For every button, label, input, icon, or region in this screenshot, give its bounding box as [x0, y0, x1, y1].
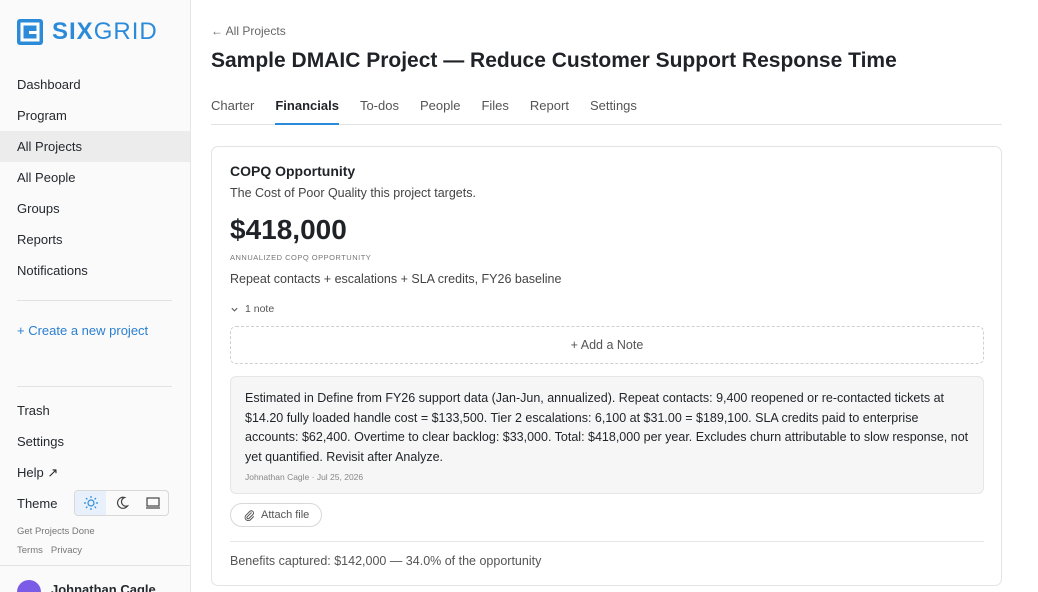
sidebar-item-settings[interactable]: Settings — [0, 426, 190, 457]
chevron-down-icon — [231, 307, 238, 312]
theme-label: Theme — [17, 495, 58, 511]
sidebar-item-reports[interactable]: Reports — [0, 224, 190, 255]
tab-to-dos[interactable]: To-dos — [360, 94, 399, 125]
sidebar-divider — [17, 300, 172, 301]
add-note-button[interactable]: + Add a Note — [230, 326, 984, 364]
logo[interactable]: SIXGRID — [17, 18, 158, 46]
tab-settings[interactable]: Settings — [590, 94, 637, 125]
sidebar-item-notifications[interactable]: Notifications — [0, 255, 190, 286]
brand-name: SIXGRID — [52, 18, 158, 45]
note-text: Estimated in Define from FY26 support da… — [245, 391, 969, 464]
benefits-summary: Benefits captured: $142,000 — 34.0% of t… — [230, 554, 542, 568]
theme-switch — [74, 490, 170, 516]
back-link[interactable]: ← All Projects — [211, 24, 286, 38]
footer-links: Terms Privacy — [17, 545, 82, 556]
sidebar-item-all-projects[interactable]: All Projects — [0, 131, 190, 162]
tab-people[interactable]: People — [420, 94, 460, 125]
moon-icon[interactable] — [106, 491, 137, 515]
privacy-link[interactable]: Privacy — [51, 545, 82, 556]
paperclip-icon — [244, 510, 255, 521]
sidebar-item-groups[interactable]: Groups — [0, 193, 190, 224]
user-name: Johnathan Cagle — [51, 581, 156, 592]
sun-icon[interactable] — [75, 491, 107, 515]
sidebar-item-dashboard[interactable]: Dashboard — [0, 69, 190, 100]
attach-file-label: Attach file — [261, 509, 310, 521]
sidebar-divider — [17, 386, 172, 387]
terms-link[interactable]: Terms — [17, 545, 43, 556]
monitor-icon[interactable] — [137, 491, 168, 515]
sidebar-divider — [0, 565, 190, 566]
copq-amount-label: ANNUALIZED COPQ OPPORTUNITY — [230, 253, 372, 262]
sidebar-item-all-people[interactable]: All People — [0, 162, 190, 193]
note-item: Estimated in Define from FY26 support da… — [230, 376, 984, 494]
copq-amount: $418,000 — [230, 214, 347, 245]
sidebar-item-trash[interactable]: Trash — [0, 395, 190, 426]
attach-file-button[interactable]: Attach file — [230, 503, 323, 527]
card-divider — [230, 541, 984, 542]
avatar — [17, 580, 41, 592]
copq-card: COPQ Opportunity The Cost of Poor Qualit… — [211, 146, 1002, 586]
sidebar-item-help[interactable]: Help ↗ — [0, 457, 190, 488]
secondary-nav: Trash Settings Help ↗ — [0, 395, 190, 488]
tab-files[interactable]: Files — [481, 94, 508, 125]
logo-mark-icon — [17, 19, 43, 45]
tab-report[interactable]: Report — [530, 94, 569, 125]
notes-count: 1 note — [245, 303, 275, 315]
tab-financials[interactable]: Financials — [275, 94, 339, 125]
tagline: Get Projects Done — [17, 526, 95, 537]
theme-row: Theme — [17, 490, 170, 516]
note-meta: Johnathan Cagle · Jul 25, 2026 — [245, 472, 364, 482]
card-title: COPQ Opportunity — [230, 163, 356, 179]
main-nav: Dashboard Program All Projects All Peopl… — [0, 69, 190, 286]
copq-description: Repeat contacts + escalations + SLA cred… — [230, 272, 562, 286]
sidebar-item-program[interactable]: Program — [0, 100, 190, 131]
tab-bar: Charter Financials To-dos People Files R… — [211, 94, 1002, 125]
card-subtitle: The Cost of Poor Quality this project ta… — [230, 186, 476, 200]
sidebar: SIXGRID Dashboard Program All Projects A… — [0, 0, 191, 592]
tab-charter[interactable]: Charter — [211, 94, 254, 125]
page-title: Sample DMAIC Project — Reduce Customer S… — [211, 49, 897, 72]
user-menu[interactable]: Johnathan Cagle — [17, 580, 156, 592]
notes-toggle[interactable]: 1 note — [230, 303, 274, 315]
create-project-link[interactable]: + Create a new project — [17, 323, 148, 338]
